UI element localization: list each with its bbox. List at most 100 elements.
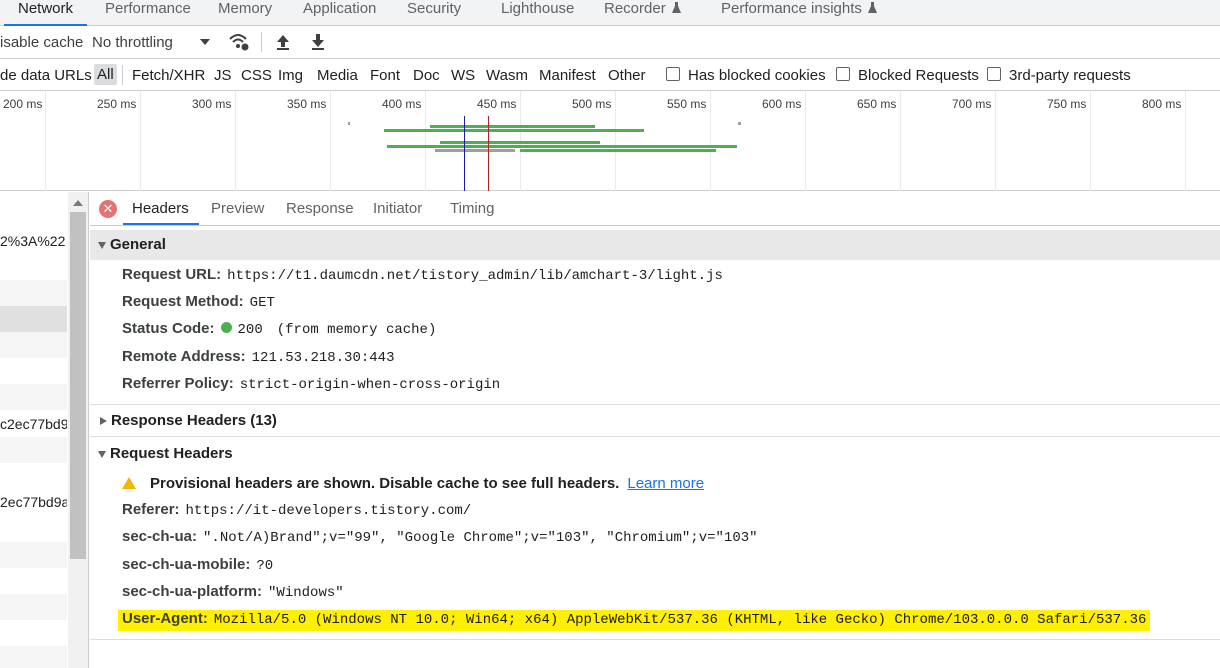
tab-recorder-label: Recorder: [604, 0, 666, 17]
tab-preview[interactable]: Preview: [211, 200, 264, 217]
status-ok-icon: [220, 322, 232, 333]
tab-response[interactable]: Response: [286, 200, 354, 217]
tab-initiator[interactable]: Initiator: [373, 200, 422, 217]
general-title: General: [110, 236, 166, 253]
disable-cache-label[interactable]: isable cache: [0, 34, 83, 51]
flask-icon: [867, 2, 877, 13]
filter-divider: [122, 65, 123, 85]
request-row[interactable]: [0, 332, 67, 358]
referrer-policy-row: Referrer Policy: strict-origin-when-cross…: [122, 375, 500, 397]
status-code-row: Status Code: 200 (from memory cache): [122, 320, 436, 342]
gridline: [900, 91, 901, 191]
gridline: [235, 91, 236, 191]
request-row[interactable]: [0, 384, 67, 410]
tab-network[interactable]: Network: [4, 0, 88, 26]
request-row[interactable]: [0, 280, 67, 306]
filter-bar: de data URLs All Fetch/XHR JS CSS Img Me…: [0, 59, 1220, 91]
load-event-marker: [488, 116, 489, 191]
filter-fetch-xhr[interactable]: Fetch/XHR: [132, 67, 205, 84]
request-row[interactable]: 2ec77bd9a: [0, 489, 67, 515]
detail-tabs: ✕ Headers Preview Response Initiator Tim…: [90, 192, 1220, 226]
has-blocked-cookies-label: Has blocked cookies: [688, 67, 826, 84]
filter-all[interactable]: All: [94, 64, 117, 85]
request-row[interactable]: [0, 437, 67, 463]
tab-recorder[interactable]: Recorder: [604, 0, 681, 25]
tab-application[interactable]: Application: [303, 0, 376, 25]
close-icon[interactable]: ✕: [99, 200, 117, 218]
chevron-down-icon: [98, 450, 106, 458]
referrer-policy-key: Referrer Policy:: [122, 375, 234, 392]
request-method-value: GET: [249, 295, 275, 311]
timeline-tick: 800 ms: [1142, 97, 1182, 111]
request-row[interactable]: [0, 542, 67, 568]
throttling-select[interactable]: No throttling: [92, 34, 173, 51]
request-url-key: Request URL:: [122, 266, 222, 283]
request-row[interactable]: c2ec77bd9: [0, 411, 67, 437]
tab-lighthouse[interactable]: Lighthouse: [501, 0, 574, 25]
network-overview-timeline[interactable]: 200 ms 250 ms 300 ms 350 ms 400 ms 450 m…: [0, 91, 1220, 191]
blocked-requests-label: Blocked Requests: [858, 67, 979, 84]
request-url-value: https://t1.daumcdn.net/tistory_admin/lib…: [227, 268, 723, 284]
import-har-icon[interactable]: [275, 33, 291, 51]
network-conditions-icon[interactable]: [228, 32, 250, 52]
timeline-tick: 300 ms: [192, 97, 232, 111]
gridline: [140, 91, 141, 191]
request-row[interactable]: 2%3A%22: [0, 228, 67, 254]
hide-data-urls-label[interactable]: de data URLs: [0, 67, 92, 84]
sec-ch-ua-platform-row: sec-ch-ua-platform: "Windows": [122, 583, 344, 605]
referer-key: Referer:: [122, 501, 180, 518]
tab-timing[interactable]: Timing: [450, 200, 494, 217]
referer-value: https://it-developers.tistory.com/: [185, 503, 472, 519]
response-headers-section-header[interactable]: Response Headers (13): [90, 406, 1220, 436]
scroll-up-arrow-icon[interactable]: [73, 200, 83, 206]
gridline: [45, 91, 46, 191]
export-har-icon[interactable]: [310, 33, 326, 51]
general-section-header[interactable]: General: [90, 230, 1220, 260]
filter-css[interactable]: CSS: [241, 67, 272, 84]
network-toolbar: isable cache No throttling: [0, 26, 1220, 59]
filter-img[interactable]: Img: [278, 67, 303, 84]
status-note: (from memory cache): [276, 322, 437, 338]
request-headers-section-header[interactable]: Request Headers: [90, 439, 1220, 469]
filter-media[interactable]: Media: [317, 67, 358, 84]
chevron-down-icon[interactable]: [200, 39, 210, 45]
filter-manifest[interactable]: Manifest: [539, 67, 596, 84]
timeline-tick: 500 ms: [572, 97, 612, 111]
chevron-down-icon: [98, 241, 106, 249]
request-bar: [430, 125, 595, 128]
active-tab-indicator: [123, 223, 199, 225]
tab-headers[interactable]: Headers: [132, 200, 189, 217]
toolbar-divider: [261, 32, 262, 52]
gridline: [710, 91, 711, 191]
filter-doc[interactable]: Doc: [413, 67, 440, 84]
tab-security[interactable]: Security: [407, 0, 461, 25]
section-divider: [90, 639, 1220, 640]
learn-more-link[interactable]: Learn more: [627, 475, 704, 492]
gridline: [1090, 91, 1091, 191]
request-row-selected[interactable]: [0, 306, 67, 332]
blocked-requests-checkbox[interactable]: [836, 67, 850, 81]
third-party-requests-checkbox[interactable]: [987, 67, 1001, 81]
filter-wasm[interactable]: Wasm: [486, 67, 528, 84]
sec-ch-ua-platform-key: sec-ch-ua-platform:: [122, 583, 263, 600]
has-blocked-cookies-checkbox[interactable]: [666, 67, 680, 81]
flask-icon: [671, 2, 681, 13]
timeline-tick: 250 ms: [97, 97, 137, 111]
devtools-panel-tabs: Network Performance Memory Application S…: [0, 0, 1220, 26]
tab-memory[interactable]: Memory: [218, 0, 272, 25]
request-headers-title: Request Headers: [110, 445, 233, 462]
filter-other[interactable]: Other: [608, 67, 646, 84]
filter-js[interactable]: JS: [214, 67, 232, 84]
warning-icon: [122, 477, 136, 489]
scrollbar-thumb[interactable]: [70, 212, 86, 559]
request-bar: [738, 122, 741, 125]
tab-performance-insights[interactable]: Performance insights: [721, 0, 877, 25]
filter-font[interactable]: Font: [370, 67, 400, 84]
gridline: [425, 91, 426, 191]
tab-performance[interactable]: Performance: [105, 0, 191, 25]
request-row[interactable]: [0, 594, 67, 620]
dom-content-loaded-marker: [464, 116, 465, 191]
filter-ws[interactable]: WS: [451, 67, 475, 84]
request-bar: [387, 145, 737, 148]
request-row[interactable]: [0, 646, 67, 668]
